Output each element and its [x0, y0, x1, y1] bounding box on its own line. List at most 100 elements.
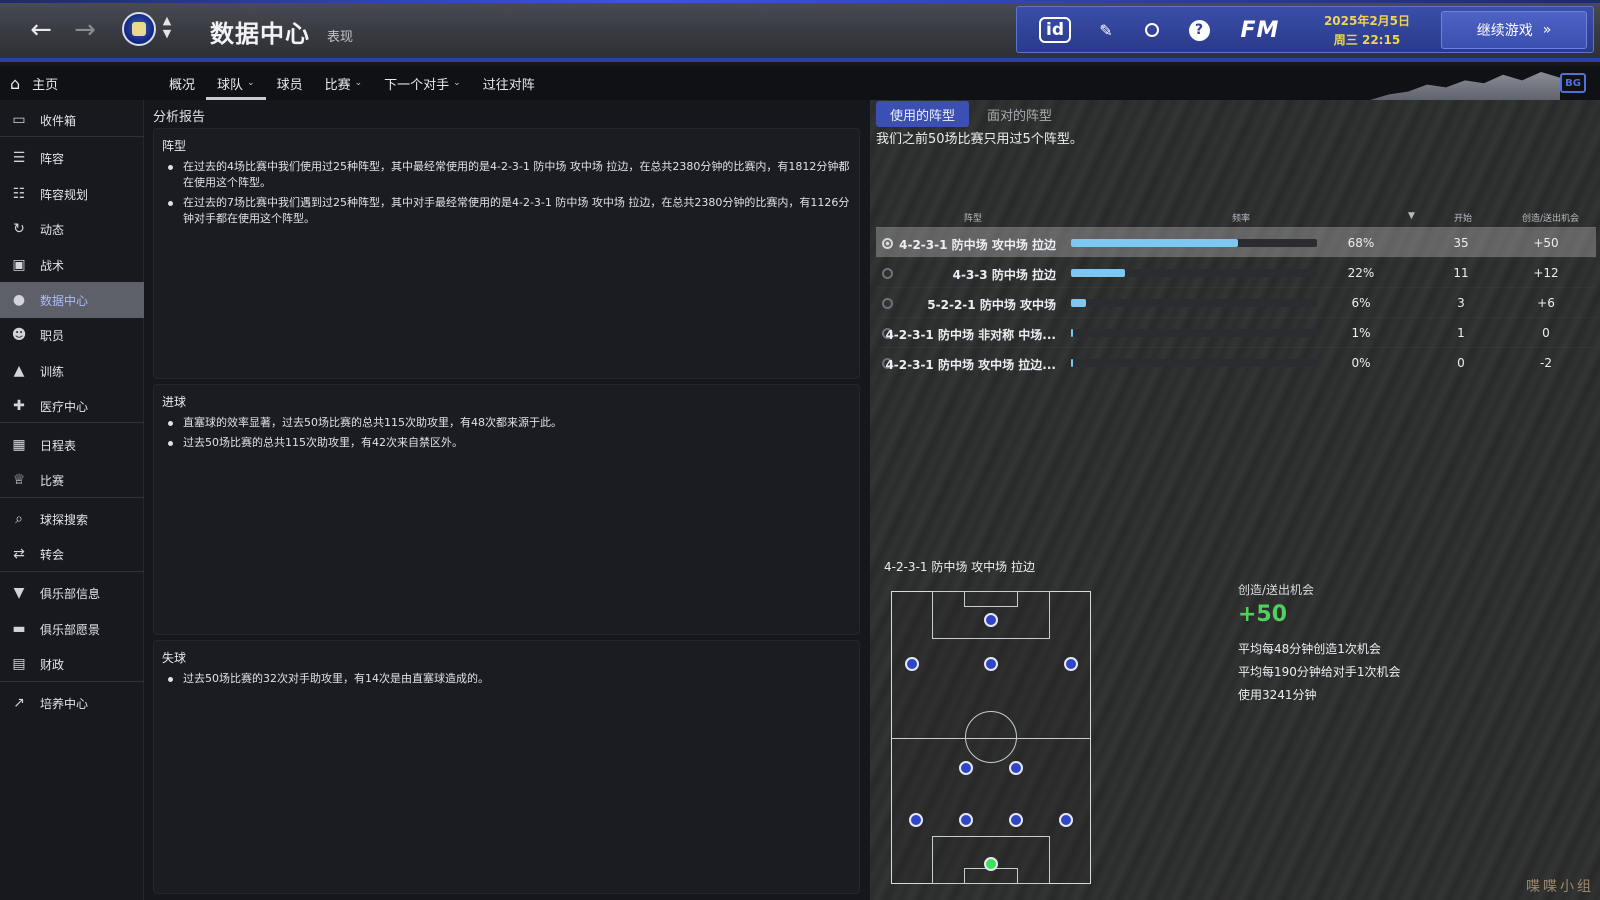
sidebar-item-3[interactable]: ↻ 动态 [0, 211, 144, 247]
table-row[interactable]: 4-2-3-1 防中场 攻中场 拉边 68% 35 +50 [876, 227, 1596, 257]
formations-intro: 我们之前50场比赛只用过5个阵型。 [876, 132, 1083, 147]
frequency-value: 68% [1347, 236, 1375, 250]
continue-button[interactable]: 继续游戏 » [1441, 11, 1587, 49]
tab-1[interactable]: 球队 ⌄ [206, 66, 266, 100]
sidebar-item-16[interactable]: ↗ 培养中心 [0, 685, 144, 721]
sidebar-item-14[interactable]: ▬ 俱乐部愿景 [0, 611, 144, 647]
player-goalkeeper[interactable] [984, 857, 998, 871]
home-icon: ⌂ [10, 73, 21, 93]
sidebar-item-5[interactable]: ● 数据中心 [0, 282, 144, 318]
sidebar-item-label: 财政 [40, 657, 65, 672]
sidebar-item-7[interactable]: ▲ 训练 [0, 353, 144, 389]
radio-button[interactable] [882, 298, 893, 309]
table-row[interactable]: 4-3-3 防中场 拉边 22% 11 +12 [876, 257, 1596, 287]
sidebar-item-2[interactable]: ☷ 阵容规划 [0, 176, 144, 212]
bullet-item: 在过去的7场比赛中我们遇到过25种阵型，其中对手最经常使用的是4-2-3-1 防… [166, 195, 851, 227]
player-attacking-mid[interactable] [984, 657, 998, 671]
tab-3[interactable]: 比赛 ⌄ [314, 66, 374, 100]
col-starts[interactable]: 开始 [1454, 211, 1472, 224]
money-icon: ▤ [12, 656, 26, 672]
edit-icon[interactable]: ✎ [1095, 15, 1117, 45]
chances-value: +50 [1533, 236, 1559, 250]
table-header: 阵型 频率 ▼ 开始 创造/送出机会 [876, 205, 1596, 227]
pitch-title: 4-2-3-1 防中场 攻中场 拉边 [884, 560, 1035, 574]
briefcase-icon: ▬ [12, 621, 26, 637]
player-right-winger[interactable] [1064, 657, 1078, 671]
sidebar-item-4[interactable]: ▣ 战术 [0, 247, 144, 283]
col-frequency[interactable]: 频率 [1232, 211, 1250, 224]
sidebar-item-label: 比赛 [40, 473, 65, 488]
table-row[interactable]: 4-2-3-1 防中场 非对称 中场... 1% 1 0 [876, 317, 1596, 347]
formation-name: 4-2-3-1 防中场 非对称 中场... [885, 328, 1056, 342]
frequency-value: 22% [1347, 266, 1375, 280]
formation-name: 5-2-2-1 防中场 攻中场 [927, 298, 1056, 312]
sidebar-item-1[interactable]: ☰ 阵容 [0, 140, 144, 176]
background-toggle-icon[interactable]: BG [1560, 73, 1586, 93]
sidebar-item-home[interactable]: ⌂ 主页 [0, 66, 144, 100]
tab-2[interactable]: 球员 [266, 66, 314, 100]
shield-icon: ▼ [13, 585, 25, 601]
sidebar-item-11[interactable]: ⌕ 球探搜索 [0, 501, 144, 537]
formation-name: 4-2-3-1 防中场 攻中场 拉边 [899, 238, 1056, 252]
table-row[interactable]: 5-2-2-1 防中场 攻中场 6% 3 +6 [876, 287, 1596, 317]
tab-0[interactable]: 概况 [158, 66, 206, 100]
tab-faced-formations[interactable]: 面对的阵型 [973, 101, 1066, 127]
frequency-value: 0% [1351, 356, 1371, 370]
tab-used-formations[interactable]: 使用的阵型 [876, 101, 970, 127]
sidebar-item-10[interactable]: ♕ 比赛 [0, 462, 144, 498]
frequency-bar-fill [1071, 239, 1239, 247]
lightbulb-icon[interactable] [1141, 15, 1163, 45]
club-crest-icon[interactable] [122, 12, 156, 46]
player-striker[interactable] [984, 613, 998, 627]
radio-button[interactable] [882, 268, 893, 279]
bullet-item: 过去50场比赛的32次对手助攻里，有14次是由直塞球造成的。 [166, 671, 851, 687]
sidebar-item-12[interactable]: ⇄ 转会 [0, 536, 144, 572]
tab-4[interactable]: 下一个对手 ⌄ [373, 66, 472, 100]
fm-logo[interactable]: FM [1235, 15, 1285, 45]
calendar-icon: ▦ [12, 437, 26, 453]
stat-line-1: 平均每48分钟创造1次机会 [1238, 642, 1381, 656]
page-title: 数据中心 [210, 20, 310, 48]
sidebar-item-6[interactable]: ☻ 职员 [0, 317, 144, 353]
tab-5[interactable]: 过往对阵 [472, 66, 546, 100]
club-switch-icon[interactable]: ▲ ▼ [160, 14, 174, 44]
player-left-winger[interactable] [905, 657, 919, 671]
sidebar-item-13[interactable]: ▼ 俱乐部信息 [0, 575, 144, 611]
frequency-bar-fill [1071, 359, 1073, 367]
back-icon[interactable]: ← [26, 14, 56, 46]
frequency-bar-fill [1071, 269, 1126, 277]
formation-name: 4-2-3-1 防中场 攻中场 拉边... [885, 358, 1056, 372]
player-defensive-mid-left[interactable] [959, 761, 973, 775]
sort-desc-icon[interactable]: ▼ [1408, 211, 1415, 221]
id-icon[interactable]: id [1039, 17, 1071, 43]
player-right-back[interactable] [1059, 813, 1073, 827]
frequency-bar-fill [1071, 299, 1086, 307]
forward-icon[interactable]: → [70, 14, 100, 46]
bullet-item: 在过去的4场比赛中我们使用过25种阵型，其中最经常使用的是4-2-3-1 防中场… [166, 159, 851, 191]
col-chances[interactable]: 创造/送出机会 [1522, 211, 1579, 224]
frequency-value: 1% [1351, 326, 1371, 340]
sidebar-item-0[interactable]: ▭ 收件箱 [0, 102, 144, 138]
help-icon[interactable]: ? [1188, 15, 1210, 45]
formation-pitch [891, 591, 1091, 884]
sidebar-item-label: 俱乐部信息 [40, 586, 101, 601]
medical-icon: ✚ [13, 398, 25, 414]
sidebar-item-label: 转会 [40, 547, 65, 562]
radio-button[interactable] [882, 238, 893, 249]
sidebar-item-15[interactable]: ▤ 财政 [0, 646, 144, 682]
player-center-back-left[interactable] [959, 813, 973, 827]
player-center-back-right[interactable] [1009, 813, 1023, 827]
sidebar-item-label: 职员 [40, 328, 65, 343]
table-row[interactable]: 4-2-3-1 防中场 攻中场 拉边... 0% 0 -2 [876, 347, 1596, 377]
player-left-back[interactable] [909, 813, 923, 827]
col-formation[interactable]: 阵型 [964, 211, 982, 224]
tab-label: 球员 [276, 77, 303, 93]
sidebar-item-9[interactable]: ▦ 日程表 [0, 427, 144, 463]
chevron-down-icon: ⌄ [354, 78, 363, 88]
chances-value: +6 [1537, 296, 1555, 310]
attack-panel: 进球 直塞球的效率显著，过去50场比赛的总共115次助攻里，有48次都来源于此。… [153, 384, 860, 635]
player-defensive-mid-right[interactable] [1009, 761, 1023, 775]
sidebar-item-8[interactable]: ✚ 医疗中心 [0, 388, 144, 424]
attack-panel-title: 进球 [162, 395, 187, 409]
sidebar-item-label: 战术 [40, 258, 65, 273]
